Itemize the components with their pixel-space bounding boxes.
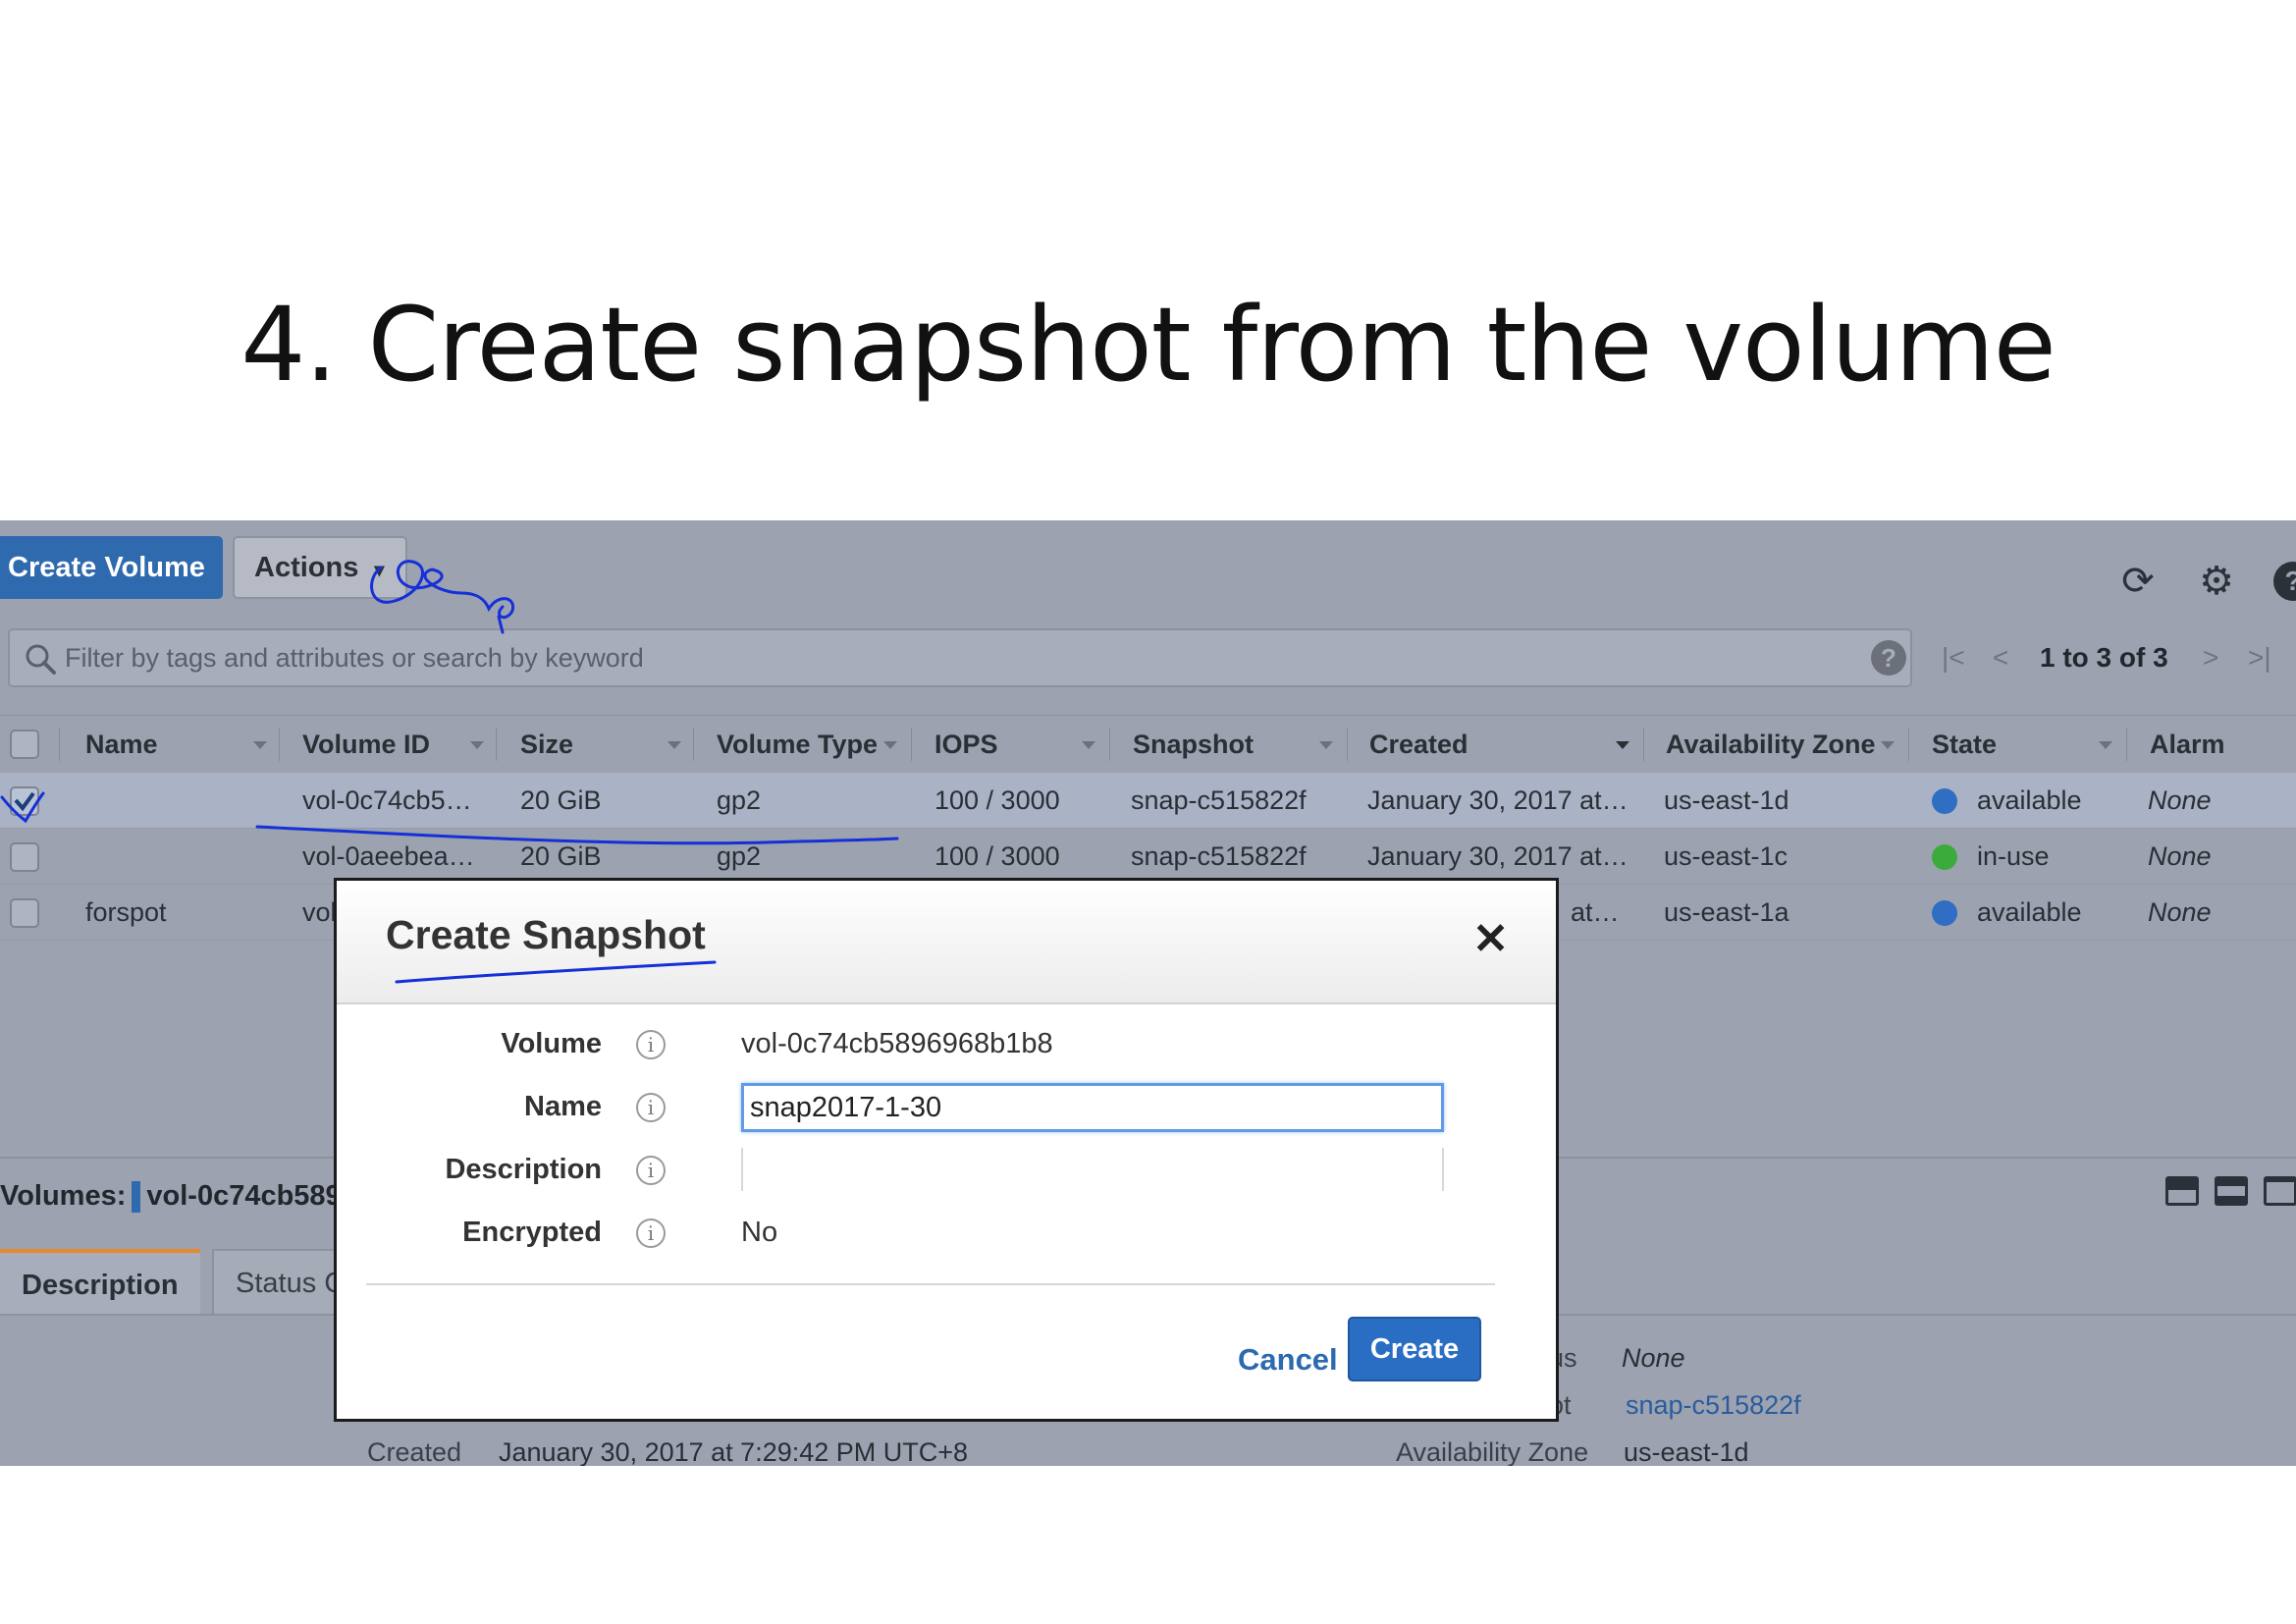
column-header-availability-zone[interactable]: Availability Zone	[1666, 716, 1876, 773]
cell-size: 20 GiB	[520, 785, 602, 815]
search-bar[interactable]: Filter by tags and attributes or search …	[8, 628, 1912, 687]
row-checkbox[interactable]	[10, 898, 39, 928]
search-input[interactable]: Filter by tags and attributes or search …	[65, 630, 644, 685]
info-icon[interactable]: i	[636, 1156, 666, 1185]
availability-zone-label: Availability Zone	[1396, 1437, 1589, 1466]
pane-top-icon[interactable]	[2264, 1176, 2296, 1206]
create-snapshot-dialog: Create Snapshot ✕ Volume i vol-0c74cb589…	[334, 878, 1559, 1422]
volume-value: vol-0c74cb5896968b1b8	[741, 1028, 1053, 1059]
column-header-snapshot[interactable]: Snapshot	[1133, 716, 1254, 773]
created-value: January 30, 2017 at 7:29:42 PM UTC+8	[499, 1437, 969, 1466]
refresh-icon[interactable]: ⟳	[2116, 560, 2160, 603]
cell-state: available	[1977, 785, 2082, 815]
info-icon[interactable]: i	[636, 1218, 666, 1248]
cancel-button[interactable]: Cancel	[1238, 1342, 1338, 1378]
actions-dropdown-button[interactable]: Actions ▾	[233, 536, 407, 599]
description-label: Description	[445, 1154, 602, 1185]
cell-created: January 30, 2017 at…	[1367, 841, 1629, 871]
select-all-checkbox[interactable]	[10, 730, 39, 759]
name-label: Name	[524, 1091, 602, 1122]
cell-size: 20 GiB	[520, 841, 602, 871]
encrypted-value: No	[741, 1217, 778, 1248]
table-header: Name Volume ID Size Volume Type IOPS Sna…	[0, 715, 2296, 816]
volumes-value: vol-0c74cb589	[146, 1180, 342, 1212]
cell-volume-type: gp2	[717, 785, 762, 815]
gear-icon[interactable]: ⚙	[2195, 560, 2238, 603]
availability-zone-value: us-east-1d	[1624, 1437, 1749, 1466]
status-dot-icon	[1932, 788, 1957, 814]
cell-volume-type: gp2	[717, 841, 762, 871]
column-header-created[interactable]: Created	[1369, 716, 1468, 773]
cell-state: available	[1977, 897, 2082, 927]
cell-volume-id: vol-0c74cb5…	[302, 785, 472, 815]
cell-snapshot: snap-c515822f	[1131, 785, 1307, 815]
pane-middle-icon[interactable]	[2215, 1176, 2248, 1206]
selected-volumes-label: Volumes: vol-0c74cb589	[0, 1170, 342, 1221]
prev-page-icon[interactable]: <	[1993, 628, 2008, 687]
info-icon[interactable]: i	[636, 1093, 666, 1122]
cell-iops: 100 / 3000	[934, 841, 1060, 871]
dialog-header: Create Snapshot ✕	[337, 881, 1556, 1004]
cell-name: forspot	[85, 897, 167, 927]
search-help-icon[interactable]: ?	[1871, 640, 1906, 676]
description-input[interactable]	[741, 1148, 1444, 1191]
tab-description[interactable]: Description	[0, 1249, 200, 1314]
column-header-volume-id[interactable]: Volume ID	[302, 716, 430, 773]
created-label: Created	[367, 1437, 462, 1466]
pagination-text: 1 to 3 of 3	[2040, 642, 2168, 673]
cell-created: at…	[1571, 897, 1620, 927]
cell-alarm-status: None	[2148, 841, 2212, 871]
status-dot-icon	[1932, 844, 1957, 870]
check-icon	[14, 791, 35, 812]
column-header-size[interactable]: Size	[520, 716, 573, 773]
cell-iops: 100 / 3000	[934, 785, 1060, 815]
first-page-icon[interactable]: |<	[1942, 628, 1965, 687]
status-dot-icon	[1932, 900, 1957, 926]
create-volume-button[interactable]: Create Volume	[0, 536, 223, 599]
volumes-label: Volumes:	[0, 1180, 127, 1212]
info-icon[interactable]: i	[636, 1030, 666, 1059]
column-header-name[interactable]: Name	[85, 716, 158, 773]
table-row[interactable]: vol-0aeebea… 20 GiB gp2 100 / 3000 snap-…	[0, 829, 2296, 885]
cell-snapshot: snap-c515822f	[1131, 841, 1307, 871]
dialog-title: Create Snapshot	[386, 912, 706, 957]
cell-zone: us-east-1a	[1664, 897, 1789, 927]
actions-label: Actions	[254, 552, 359, 583]
table-row[interactable]: vol-0c74cb5… 20 GiB gp2 100 / 3000 snap-…	[0, 773, 2296, 829]
volume-label: Volume	[501, 1028, 602, 1059]
search-icon	[26, 644, 56, 675]
row-checkbox[interactable]	[10, 842, 39, 872]
slide-title: 4. Create snapshot from the volume	[240, 285, 2056, 405]
cell-state: in-use	[1977, 841, 2050, 871]
help-icon[interactable]: ?	[2273, 562, 2296, 601]
cell-volume-id: vol-0aeebea…	[302, 841, 475, 871]
next-page-icon[interactable]: >	[2203, 628, 2218, 687]
cell-zone: us-east-1d	[1664, 785, 1789, 815]
cell-alarm-status: None	[2148, 897, 2212, 927]
snapshot-link[interactable]: snap-c515822f	[1626, 1390, 1801, 1421]
last-page-icon[interactable]: >|	[2248, 628, 2271, 687]
close-icon[interactable]: ✕	[1472, 918, 1509, 961]
create-button[interactable]: Create	[1348, 1317, 1481, 1381]
encrypted-label: Encrypted	[462, 1217, 602, 1248]
cell-created: January 30, 2017 at…	[1367, 785, 1629, 815]
cell-alarm-status: None	[2148, 785, 2212, 815]
alarm-status-value: None	[1622, 1343, 1685, 1373]
column-header-alarm-status[interactable]: Alarm Statu	[2150, 716, 2296, 816]
row-checkbox[interactable]	[10, 786, 39, 816]
column-header-iops[interactable]: IOPS	[934, 716, 998, 773]
column-header-state[interactable]: State	[1932, 716, 1997, 773]
cell-volume-id: vol	[302, 897, 337, 927]
cell-zone: us-east-1c	[1664, 841, 1789, 871]
column-header-volume-type[interactable]: Volume Type	[717, 716, 878, 773]
snapshot-name-input[interactable]	[741, 1083, 1444, 1132]
pane-bottom-icon[interactable]	[2165, 1176, 2199, 1206]
chevron-down-icon: ▾	[374, 560, 385, 581]
